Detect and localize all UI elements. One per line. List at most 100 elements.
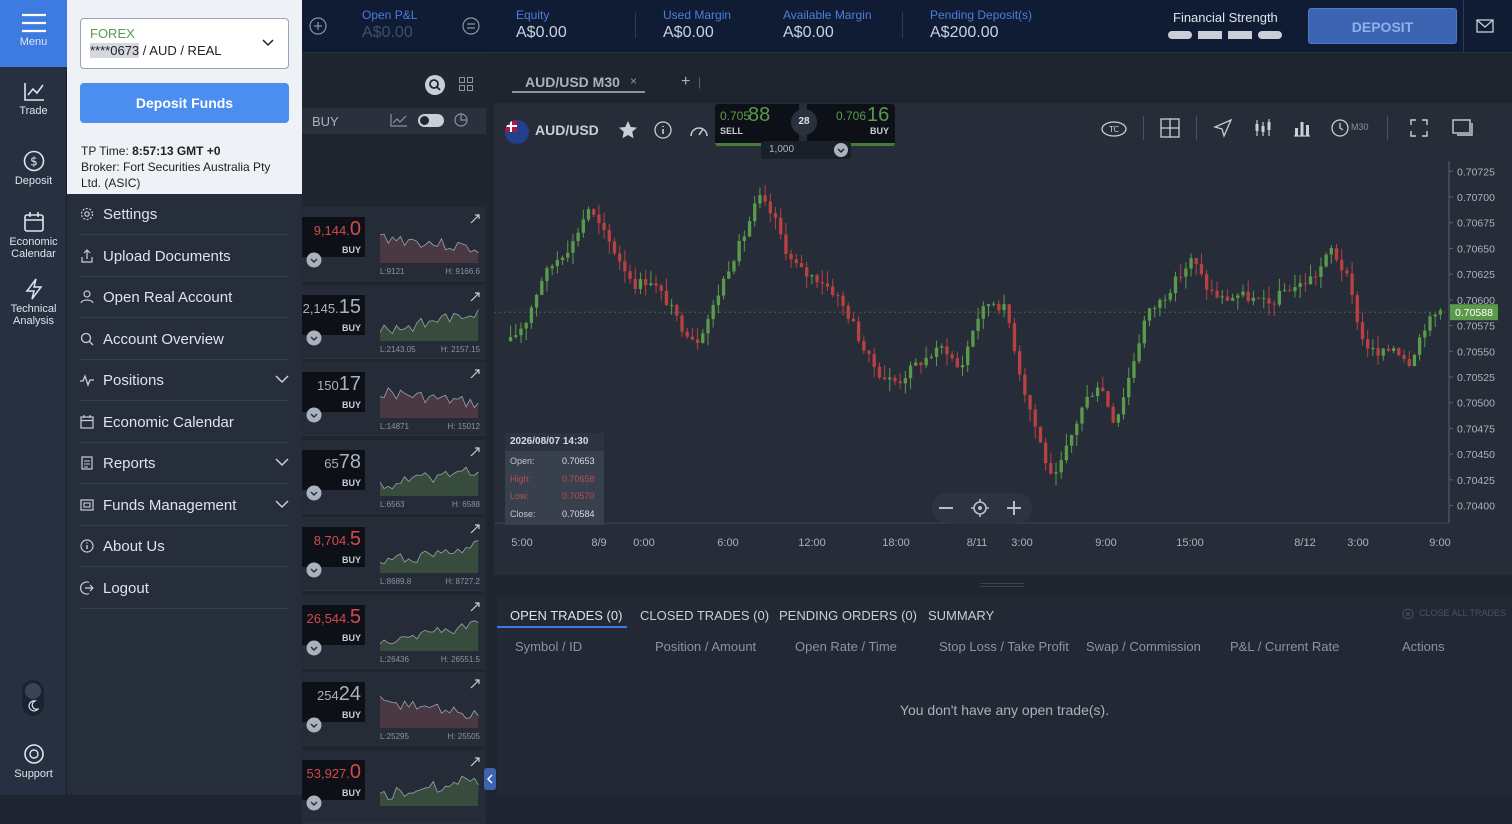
watchlist-row[interactable]: 53,927.0 BUY	[302, 749, 486, 824]
logout-icon	[80, 580, 94, 595]
chart-tab[interactable]: AUD/USD M30 ×	[512, 71, 645, 93]
candles-icon[interactable]	[1254, 118, 1272, 138]
chevron-down-icon[interactable]	[306, 252, 322, 268]
rail-deposit-button[interactable]: $ Deposit	[0, 150, 67, 187]
rail-analysis-button[interactable]: Technical Analysis	[0, 278, 67, 327]
menu-item-open-real-account[interactable]: Open Real Account	[80, 277, 289, 318]
watchlist-row[interactable]: 26,544.5 BUY L:26436 H: 26551.5	[302, 594, 486, 669]
tc-icon[interactable]: TC	[1101, 120, 1127, 138]
timeframe-label[interactable]: M30	[1351, 122, 1369, 132]
info-icon[interactable]	[654, 121, 672, 139]
candle	[1360, 312, 1365, 346]
candle	[960, 355, 965, 376]
rail-trade-button[interactable]: Trade	[0, 82, 67, 117]
deposit-button[interactable]: DEPOSIT	[1308, 8, 1457, 44]
chevron-down-icon[interactable]	[306, 485, 322, 501]
tab-closed-trades[interactable]: CLOSED TRADES (0)	[640, 608, 769, 623]
menu-item-settings[interactable]: Settings	[80, 194, 289, 235]
expand-icon[interactable]	[470, 601, 480, 612]
line-chart-icon[interactable]	[390, 113, 408, 127]
tab-pending-orders[interactable]: PENDING ORDERS (0)	[779, 608, 917, 623]
view-toggle[interactable]	[418, 114, 444, 127]
watchlist-row[interactable]: 2,145.15 BUY L:2143.05 H: 2157.15	[302, 284, 486, 359]
candle	[908, 361, 913, 390]
candle	[799, 254, 804, 268]
expand-icon[interactable]	[470, 214, 480, 224]
watchlist-row[interactable]: 8,704.5 BUY L:8689.8 H: 8727.2	[302, 517, 486, 591]
bar-chart-icon[interactable]	[1293, 119, 1311, 137]
menu-item-positions[interactable]: Positions	[80, 360, 289, 401]
buy-button[interactable]: 0.706 16 BUY	[807, 104, 895, 146]
account-selector[interactable]: FOREX ****0673 / AUD / REAL	[80, 18, 289, 69]
tab-open-trades[interactable]: OPEN TRADES (0)	[510, 608, 622, 623]
menu-item-account-overview[interactable]: Account Overview	[80, 319, 289, 360]
menu-item-funds-management[interactable]: Funds Management	[80, 485, 289, 526]
menu-item-about-us[interactable]: About Us	[80, 526, 289, 567]
collapse-handle[interactable]	[484, 768, 496, 790]
price-badge[interactable]: 15017 BUY	[302, 372, 365, 412]
rail-menu-button[interactable]: Menu	[0, 0, 67, 67]
expand-icon[interactable]	[470, 679, 480, 689]
magnifier-icon	[80, 332, 94, 345]
clock-icon[interactable]	[1331, 119, 1349, 137]
plus-circle-icon[interactable]	[309, 17, 327, 35]
menu-item-label: Funds Management	[103, 496, 237, 514]
chevron-down-icon[interactable]	[306, 330, 322, 346]
price-badge[interactable]: 9,144.0 BUY	[302, 217, 365, 257]
fullscreen-icon[interactable]	[1410, 119, 1428, 137]
layout-icon[interactable]	[1160, 118, 1180, 138]
draw-tool-icon[interactable]	[1213, 118, 1233, 138]
deposit-funds-button[interactable]: Deposit Funds	[80, 83, 289, 123]
candle	[1345, 267, 1349, 277]
close-circle-icon[interactable]	[1402, 608, 1414, 620]
chevron-down-icon[interactable]	[306, 717, 322, 733]
expand-icon[interactable]	[470, 291, 480, 302]
watchlist-row[interactable]: 25424 BUY L:25295 H: 25505	[302, 672, 486, 746]
chevron-down-icon[interactable]	[306, 407, 322, 423]
panel-resizer[interactable]	[494, 575, 1512, 596]
price-badge[interactable]: 6578 BUY	[302, 449, 365, 490]
theme-toggle[interactable]	[22, 680, 44, 716]
expand-icon[interactable]	[470, 369, 480, 379]
watchlist-row[interactable]: 6578 BUY L:6563 H: 6588	[302, 439, 486, 514]
window-icon[interactable]	[1452, 119, 1474, 137]
pie-icon[interactable]	[454, 113, 468, 127]
sell-button[interactable]: 0.705 88 SELL	[715, 104, 799, 146]
expand-icon[interactable]	[470, 446, 480, 457]
price-badge[interactable]: 8,704.5 BUY	[302, 527, 365, 567]
expand-icon[interactable]	[470, 756, 480, 767]
menu-item-economic-calendar[interactable]: Economic Calendar	[80, 402, 289, 443]
rail-support-button[interactable]: Support	[0, 743, 67, 780]
amount-selector[interactable]: 1,000	[761, 141, 851, 159]
tab-summary[interactable]: SUMMARY	[928, 608, 994, 623]
chevron-down-icon[interactable]	[306, 562, 322, 578]
grid-icon[interactable]	[459, 77, 473, 91]
star-icon[interactable]	[618, 120, 638, 140]
rail-calendar-button[interactable]: Economic Calendar	[0, 211, 67, 260]
zoom-in-icon[interactable]	[1005, 499, 1023, 517]
rail-analysis-label: Technical Analysis	[10, 303, 57, 327]
crosshair-icon[interactable]	[971, 499, 989, 517]
add-tab-icon[interactable]: +	[681, 73, 690, 91]
menu-item-reports[interactable]: Reports	[80, 443, 289, 484]
chevron-down-icon[interactable]	[306, 640, 322, 656]
search-icon[interactable]	[425, 75, 445, 95]
chevron-down-icon[interactable]	[306, 795, 322, 811]
price-badge[interactable]: 25424 BUY	[302, 682, 365, 722]
close-icon[interactable]: ×	[630, 74, 637, 88]
menu-item-logout[interactable]: Logout	[80, 568, 289, 609]
close-all-trades-button[interactable]: CLOSE ALL TRADES	[1419, 608, 1506, 618]
mail-icon[interactable]	[1476, 19, 1494, 33]
col-swap: Swap / Commission	[1086, 639, 1201, 654]
price-badge[interactable]: 53,927.0 BUY	[302, 759, 365, 800]
expand-icon[interactable]	[470, 524, 480, 534]
menu-item-upload-documents[interactable]: Upload Documents	[80, 236, 289, 277]
zoom-out-icon[interactable]	[937, 499, 955, 517]
price-badge[interactable]: 26,544.5 BUY	[302, 604, 365, 645]
price-badge[interactable]: 2,145.15 BUY	[302, 294, 365, 335]
watchlist-row[interactable]: 15017 BUY L:14871 H: 15012	[302, 362, 486, 436]
watchlist-row[interactable]: 9,144.0 BUY L:9121 H: 9166.6	[302, 207, 486, 281]
candle	[753, 195, 757, 227]
equals-circle-icon[interactable]	[462, 17, 480, 35]
speedometer-icon[interactable]	[688, 120, 710, 140]
